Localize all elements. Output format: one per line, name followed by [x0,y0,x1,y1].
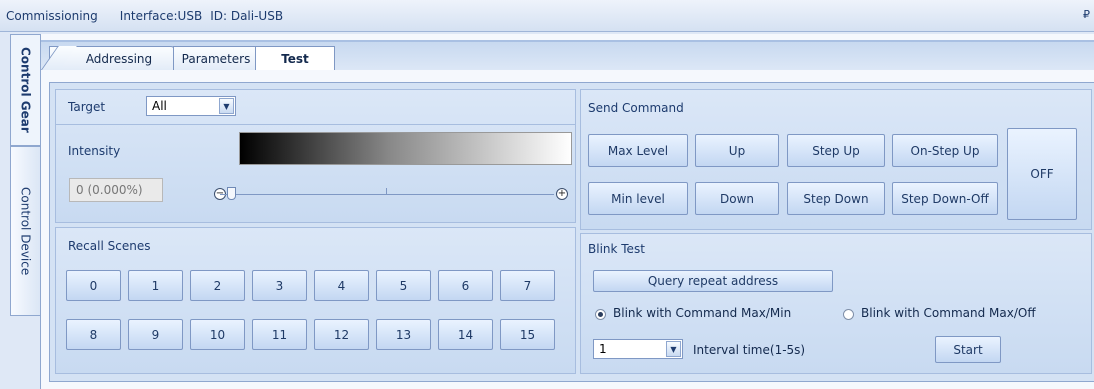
side-tab-control-gear-label: Control Gear [18,47,33,133]
scene-button[interactable]: 14 [438,319,493,350]
scene-button[interactable]: 9 [128,319,183,350]
min-level-button[interactable]: Min level [588,182,688,215]
device-id-label: ID: Dali-USB [210,8,284,23]
scene-button[interactable]: 12 [314,319,369,350]
blink-test-panel: Blink Test Query repeat address Blink wi… [580,233,1092,374]
up-button[interactable]: Up [695,134,779,167]
intensity-value-field: 0 (0.000%) [69,178,163,202]
off-button[interactable]: OFF [1007,128,1077,220]
recall-scenes-label: Recall Scenes [68,239,151,253]
slider-tick [386,188,387,194]
tab-parameters[interactable]: Parameters [173,46,259,70]
scene-button[interactable]: 5 [376,270,431,301]
side-tab-control-device[interactable]: Control Device [10,146,40,316]
max-level-button[interactable]: Max Level [588,134,688,167]
scene-button[interactable]: 4 [314,270,369,301]
send-command-panel: Send Command Max Level Up Step Up On-Ste… [580,89,1092,230]
tab-addressing[interactable]: Addressing [49,46,175,70]
blink-max-off-radio[interactable] [843,309,854,320]
main-shell: Addressing Parameters Test Target All ▼ … [40,34,1094,389]
interval-value: 1 [599,342,607,356]
blink-max-min-label[interactable]: Blink with Command Max/Min [613,306,791,320]
blink-test-label: Blink Test [588,242,645,256]
target-label: Target [68,100,106,114]
intensity-slider-thumb[interactable] [227,187,236,200]
chevron-down-icon[interactable]: ▼ [219,98,234,114]
scene-button[interactable]: 1 [128,270,183,301]
down-button[interactable]: Down [695,182,779,215]
target-value: All [152,99,167,113]
test-content: Target All ▼ Intensity 0 (0.000%) − + Re… [49,82,1094,382]
scene-button[interactable]: 8 [66,319,121,350]
mode-label: Commissioning [6,8,98,23]
interface-label: Interface:USB [119,8,203,23]
pin-icon[interactable]: ₽ [1083,8,1090,21]
target-select[interactable]: All ▼ [146,96,236,116]
tab-test[interactable]: Test [255,46,335,70]
title-bar: Commissioning Interface:USB ID: Dali-USB… [0,0,1094,32]
intensity-label: Intensity [68,144,121,158]
scene-button[interactable]: 7 [500,270,555,301]
scene-button[interactable]: 10 [190,319,245,350]
intensity-slider-track[interactable] [220,194,554,195]
scene-button[interactable]: 15 [500,319,555,350]
interval-select[interactable]: 1 ▼ [593,339,683,359]
intensity-gradient [239,132,572,165]
step-up-button[interactable]: Step Up [787,134,885,167]
interval-label: Interval time(1-5s) [693,343,806,357]
start-button[interactable]: Start [935,336,1001,363]
side-tab-strip: Control Gear Control Device [10,34,40,389]
query-repeat-address-button[interactable]: Query repeat address [593,270,833,292]
scene-button[interactable]: 11 [252,319,307,350]
divider [56,124,575,125]
plus-icon[interactable]: + [556,188,568,200]
send-command-label: Send Command [588,101,684,115]
scene-button[interactable]: 0 [66,270,121,301]
scene-button[interactable]: 3 [252,270,307,301]
intensity-panel: Target All ▼ Intensity 0 (0.000%) − + [55,89,576,223]
scene-button[interactable]: 2 [190,270,245,301]
step-down-off-button[interactable]: Step Down-Off [892,182,998,215]
bottom-border [41,382,1094,389]
side-tab-control-gear[interactable]: Control Gear [10,34,40,146]
blink-max-min-radio[interactable] [595,309,606,320]
scene-button[interactable]: 13 [376,319,431,350]
blink-max-off-label[interactable]: Blink with Command Max/Off [861,306,1036,320]
recall-scenes-panel: Recall Scenes 0 1 2 3 4 5 6 7 8 9 10 11 … [55,227,576,374]
scene-button[interactable]: 6 [438,270,493,301]
step-down-button[interactable]: Step Down [787,182,885,215]
side-tab-control-device-label: Control Device [18,186,33,276]
chevron-down-icon[interactable]: ▼ [666,341,681,357]
on-step-up-button[interactable]: On-Step Up [892,134,998,167]
